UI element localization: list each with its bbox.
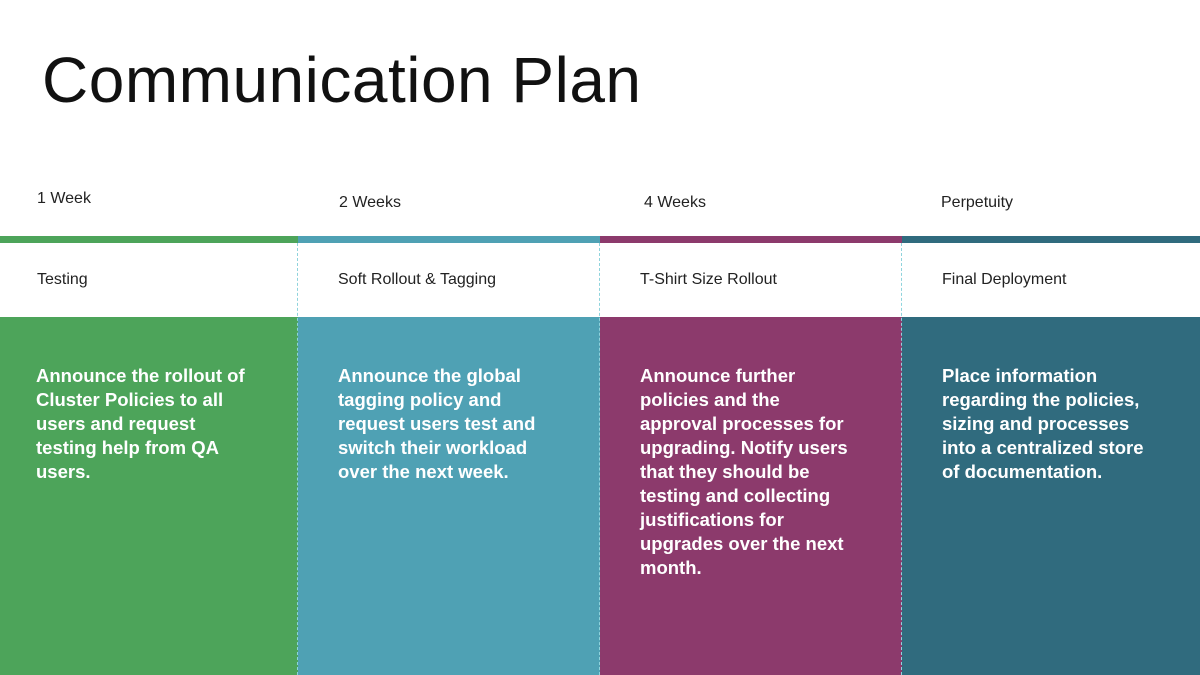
phase-label: Soft Rollout & Tagging bbox=[338, 271, 497, 288]
phase-label: T-Shirt Size Rollout bbox=[640, 271, 777, 288]
timeline-column-2: 2 Weeks Soft Rollout & Tagging Announce … bbox=[298, 0, 600, 675]
timeline-column-3: 4 Weeks T-Shirt Size Rollout Announce fu… bbox=[600, 0, 902, 675]
column-divider bbox=[901, 243, 902, 675]
timeline-column-4: Perpetuity Final Deployment Place inform… bbox=[902, 0, 1200, 675]
column-divider bbox=[297, 243, 298, 675]
phase-label: Final Deployment bbox=[942, 271, 1067, 288]
duration-label: 4 Weeks bbox=[644, 194, 706, 211]
timeline-column-1: 1 Week Testing Announce the rollout of C… bbox=[0, 0, 298, 675]
timeline-bar bbox=[902, 236, 1200, 243]
phase-description: Place information regarding the policies… bbox=[942, 365, 1144, 482]
phase-description: Announce the global tagging policy and r… bbox=[338, 365, 536, 482]
phase-description: Announce further policies and the approv… bbox=[640, 365, 848, 578]
timeline-bar bbox=[298, 236, 600, 243]
phase-description: Announce the rollout of Cluster Policies… bbox=[36, 365, 245, 482]
timeline-bar bbox=[600, 236, 902, 243]
column-divider bbox=[599, 243, 600, 675]
duration-label: 2 Weeks bbox=[339, 194, 401, 211]
duration-label: 1 Week bbox=[37, 190, 91, 207]
timeline-bar bbox=[0, 236, 298, 243]
slide: Communication Plan 1 Week Testing Announ… bbox=[0, 0, 1200, 675]
duration-label: Perpetuity bbox=[941, 194, 1014, 211]
phase-label: Testing bbox=[37, 271, 88, 288]
